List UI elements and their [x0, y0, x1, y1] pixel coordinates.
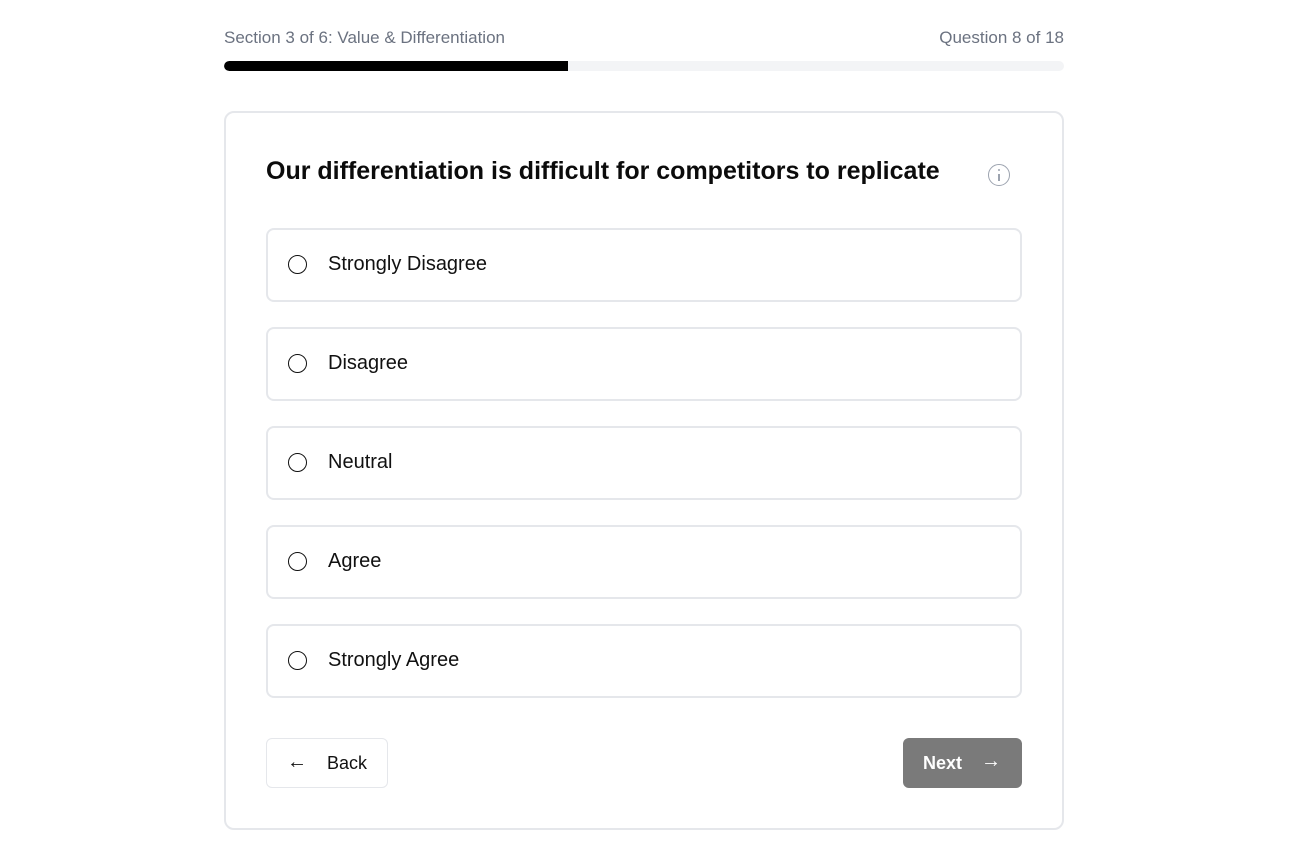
radio-button[interactable]: [288, 255, 307, 274]
option-label: Strongly Agree: [328, 649, 460, 671]
option-label: Strongly Disagree: [328, 253, 487, 275]
info-circle-icon[interactable]: [988, 164, 1010, 186]
next-button[interactable]: Next →: [903, 738, 1022, 788]
radio-button[interactable]: [288, 354, 307, 373]
option-label: Disagree: [328, 352, 409, 374]
option-agree[interactable]: Agree: [266, 525, 1022, 599]
section-label: Section 3 of 6: Value & Differentiation: [224, 28, 505, 47]
option-strongly-agree[interactable]: Strongly Agree: [266, 624, 1022, 698]
arrow-right-icon: →: [981, 750, 1001, 772]
progress-bar: [224, 61, 1064, 71]
question-counter: Question 8 of 18: [939, 28, 1064, 47]
info-dot: [998, 169, 1001, 172]
arrow-left-icon: ←: [287, 751, 307, 773]
progress-bar-fill: [224, 61, 569, 71]
radio-button[interactable]: [288, 651, 307, 670]
option-strongly-disagree[interactable]: Strongly Disagree: [266, 228, 1022, 302]
option-disagree[interactable]: Disagree: [266, 327, 1022, 401]
radio-button[interactable]: [288, 453, 307, 472]
radio-button[interactable]: [288, 552, 307, 571]
option-label: Agree: [328, 550, 382, 572]
back-button-label: Back: [327, 753, 368, 773]
option-neutral[interactable]: Neutral: [266, 426, 1022, 500]
back-button[interactable]: ← Back: [266, 738, 388, 788]
next-button-label: Next: [923, 753, 963, 773]
question-text: Our differentiation is difficult for com…: [266, 157, 940, 185]
info-bar: [998, 173, 1000, 181]
question-card: Our differentiation is difficult for com…: [224, 111, 1064, 830]
progress-header: Section 3 of 6: Value & Differentiation …: [224, 28, 1064, 50]
answer-options: Strongly Disagree Disagree Neutral Agree…: [266, 228, 1022, 723]
option-label: Neutral: [328, 451, 393, 473]
